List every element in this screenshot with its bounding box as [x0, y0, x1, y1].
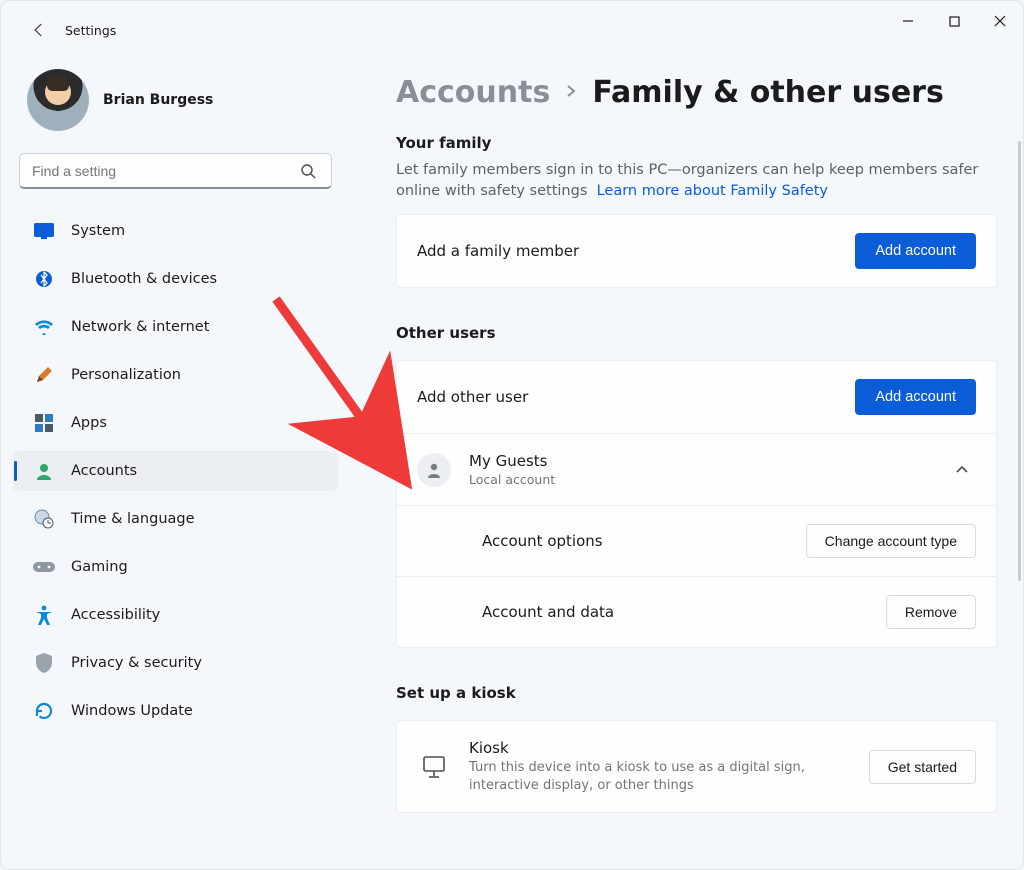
sidebar: Brian Burgess System: [1, 59, 346, 869]
sidebar-item-privacy[interactable]: Privacy & security: [13, 643, 338, 683]
other-users-heading: Other users: [396, 324, 997, 342]
account-options-row: Account options Change account type: [397, 505, 996, 576]
sidebar-item-label: Gaming: [71, 559, 128, 575]
sidebar-item-accessibility[interactable]: Accessibility: [13, 595, 338, 635]
system-icon: [33, 220, 55, 242]
other-users-card: Add other user Add account My Guests Loc…: [396, 360, 997, 648]
add-other-user-label: Add other user: [417, 388, 855, 406]
wifi-icon: [33, 316, 55, 338]
sidebar-item-network[interactable]: Network & internet: [13, 307, 338, 347]
close-button[interactable]: [977, 1, 1023, 41]
change-account-type-button[interactable]: Change account type: [806, 524, 976, 558]
kiosk-get-started-button[interactable]: Get started: [869, 750, 976, 784]
vertical-scrollbar[interactable]: [1018, 141, 1021, 581]
sidebar-item-time[interactable]: Time & language: [13, 499, 338, 539]
search-input[interactable]: [19, 153, 332, 189]
avatar: [27, 69, 89, 131]
sidebar-item-label: Bluetooth & devices: [71, 271, 217, 287]
add-family-account-button[interactable]: Add account: [855, 233, 976, 269]
breadcrumb-current: Family & other users: [592, 75, 944, 110]
user-silhouette-icon: [417, 453, 451, 487]
sidebar-item-label: Network & internet: [71, 319, 209, 335]
minimize-button[interactable]: [885, 1, 931, 41]
add-family-label: Add a family member: [417, 242, 855, 260]
family-heading: Your family: [396, 134, 997, 152]
brush-icon: [33, 364, 55, 386]
sidebar-item-label: Windows Update: [71, 703, 193, 719]
apps-icon: [33, 412, 55, 434]
settings-window: Settings Brian Burgess: [0, 0, 1024, 870]
other-user-type: Local account: [469, 472, 948, 487]
account-options-label: Account options: [482, 532, 806, 550]
kiosk-description: Turn this device into a kiosk to use as …: [469, 759, 809, 794]
sidebar-item-label: Time & language: [71, 511, 195, 527]
sidebar-item-personalization[interactable]: Personalization: [13, 355, 338, 395]
sidebar-item-update[interactable]: Windows Update: [13, 691, 338, 731]
clock-globe-icon: [33, 508, 55, 530]
kiosk-card: Kiosk Turn this device into a kiosk to u…: [396, 720, 997, 813]
accessibility-icon: [33, 604, 55, 626]
other-user-entry[interactable]: My Guests Local account: [397, 433, 996, 505]
remove-account-button[interactable]: Remove: [886, 595, 976, 629]
sidebar-item-label: Personalization: [71, 367, 181, 383]
sidebar-item-system[interactable]: System: [13, 211, 338, 251]
back-button[interactable]: [21, 12, 57, 48]
kiosk-monitor-icon: [417, 754, 451, 780]
gamepad-icon: [33, 556, 55, 578]
family-safety-link[interactable]: Learn more about Family Safety: [597, 183, 828, 199]
user-name: Brian Burgess: [103, 92, 213, 108]
add-other-user-button[interactable]: Add account: [855, 379, 976, 415]
maximize-button[interactable]: [931, 1, 977, 41]
sidebar-item-label: Apps: [71, 415, 107, 431]
family-description: Let family members sign in to this PC—or…: [396, 160, 997, 202]
sidebar-item-apps[interactable]: Apps: [13, 403, 338, 443]
sidebar-item-label: Privacy & security: [71, 655, 202, 671]
chevron-right-icon: [564, 83, 578, 102]
chevron-up-icon[interactable]: [948, 456, 976, 484]
breadcrumb: Accounts Family & other users: [396, 75, 997, 110]
kiosk-heading: Set up a kiosk: [396, 684, 997, 702]
sidebar-item-label: Accounts: [71, 463, 137, 479]
kiosk-title: Kiosk: [469, 739, 869, 757]
person-icon: [33, 460, 55, 482]
sidebar-item-bluetooth[interactable]: Bluetooth & devices: [13, 259, 338, 299]
titlebar: Settings: [1, 1, 1023, 59]
user-block[interactable]: Brian Burgess: [13, 69, 338, 147]
update-icon: [33, 700, 55, 722]
search-icon: [300, 163, 316, 179]
breadcrumb-parent[interactable]: Accounts: [396, 75, 550, 110]
shield-icon: [33, 652, 55, 674]
sidebar-item-gaming[interactable]: Gaming: [13, 547, 338, 587]
main-content: Accounts Family & other users Your famil…: [346, 59, 1023, 869]
account-data-row: Account and data Remove: [397, 576, 996, 647]
sidebar-item-accounts[interactable]: Accounts: [13, 451, 338, 491]
other-user-name: My Guests: [469, 452, 948, 470]
sidebar-item-label: System: [71, 223, 125, 239]
account-data-label: Account and data: [482, 603, 886, 621]
app-title: Settings: [65, 23, 116, 38]
sidebar-item-label: Accessibility: [71, 607, 160, 623]
nav-list: System Bluetooth & devices Network & int…: [13, 211, 338, 731]
bluetooth-icon: [33, 268, 55, 290]
add-family-card: Add a family member Add account: [396, 214, 997, 288]
